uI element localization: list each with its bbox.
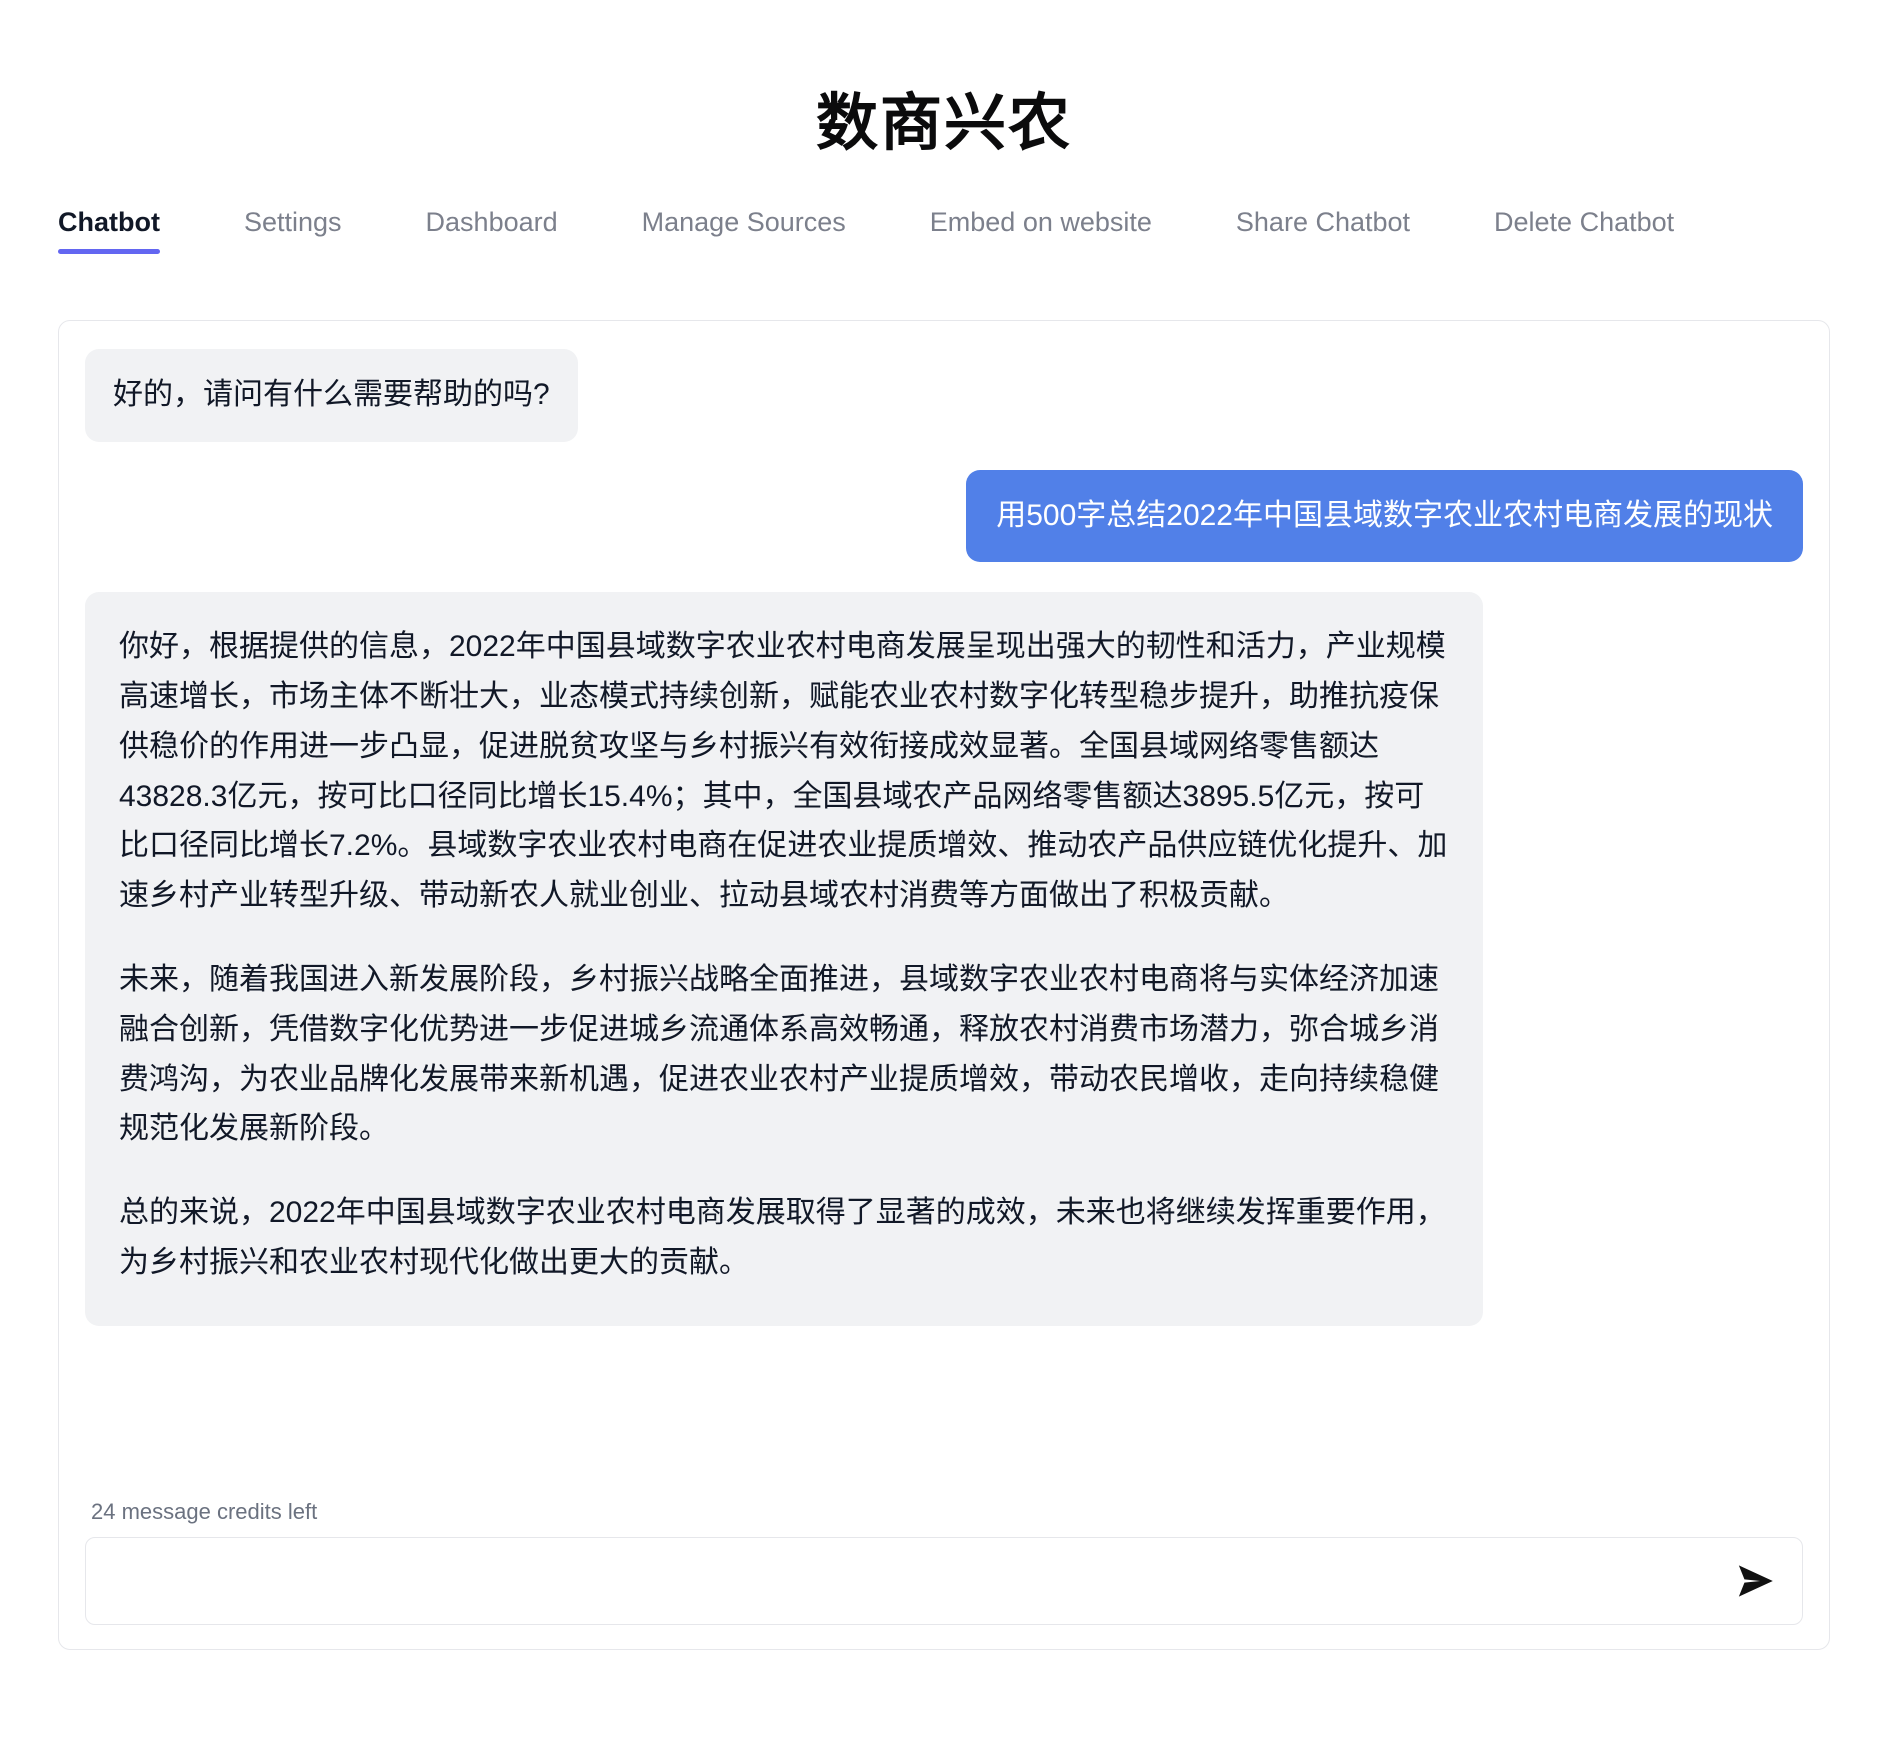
page-title: 数商兴农	[815, 89, 1072, 158]
message-row-user: 用500字总结2022年中国县域数字农业农村电商发展的现状	[85, 469, 1803, 563]
tab-share-chatbot[interactable]: Share Chatbot	[1236, 206, 1410, 254]
send-paper-plane-icon	[1735, 1560, 1777, 1602]
bot-reply-paragraph-3: 总的来说，2022年中国县域数字农业农村电商发展取得了显著的成效，未来也将继续发…	[119, 1196, 1446, 1279]
chat-panel: 好的，请问有什么需要帮助的吗? 用500字总结2022年中国县域数字农业农村电商…	[58, 319, 1830, 1650]
send-button[interactable]	[1720, 1545, 1792, 1617]
tab-embed-on-website[interactable]: Embed on website	[930, 206, 1152, 254]
message-credits-label: 24 message credits left	[91, 1498, 318, 1524]
message-row-bot-greeting: 好的，请问有什么需要帮助的吗?	[85, 348, 1803, 442]
tab-delete-chatbot[interactable]: Delete Chatbot	[1494, 206, 1674, 254]
user-message-bubble: 用500字总结2022年中国县域数字农业农村电商发展的现状	[966, 469, 1803, 563]
message-list: 好的，请问有什么需要帮助的吗? 用500字总结2022年中国县域数字农业农村电商…	[85, 348, 1803, 1475]
chat-input[interactable]	[110, 1536, 1720, 1625]
chat-input-row[interactable]	[85, 1536, 1803, 1625]
chatbot-page: 数商兴农 Chatbot Settings Dashboard Manage S…	[0, 0, 1888, 1752]
tab-manage-sources[interactable]: Manage Sources	[642, 206, 846, 254]
bot-reply-bubble: 你好，根据提供的信息，2022年中国县域数字农业农村电商发展呈现出强大的韧性和活…	[85, 592, 1483, 1326]
bot-greeting-bubble: 好的，请问有什么需要帮助的吗?	[85, 348, 578, 442]
tab-bar: Chatbot Settings Dashboard Manage Source…	[58, 158, 1830, 254]
bot-reply-paragraph-2: 未来，随着我国进入新发展阶段，乡村振兴战略全面推进，县域数字农业农村电商将与实体…	[119, 962, 1439, 1146]
tab-settings[interactable]: Settings	[244, 206, 342, 254]
tab-dashboard[interactable]: Dashboard	[426, 206, 558, 254]
bot-reply-paragraph-1: 你好，根据提供的信息，2022年中国县域数字农业农村电商发展呈现出强大的韧性和活…	[119, 630, 1448, 913]
message-row-bot-reply: 你好，根据提供的信息，2022年中国县域数字农业农村电商发展呈现出强大的韧性和活…	[85, 592, 1803, 1326]
composer: 24 message credits left	[85, 1499, 1803, 1625]
tab-chatbot[interactable]: Chatbot	[58, 206, 160, 254]
